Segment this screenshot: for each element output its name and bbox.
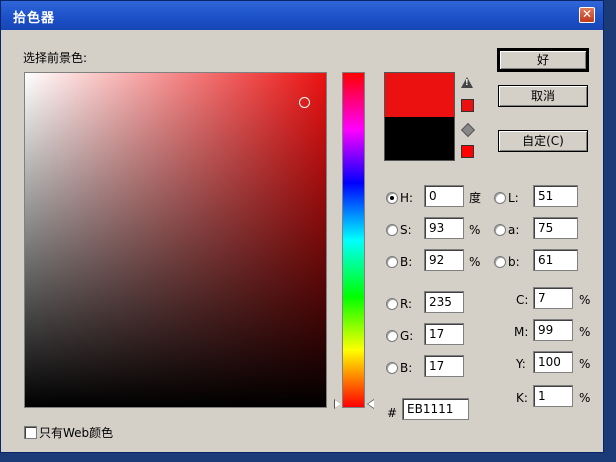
label-y: Y: xyxy=(516,357,526,371)
input-y[interactable]: 100 xyxy=(533,351,573,373)
input-r[interactable]: 235 xyxy=(424,291,464,313)
radio-g[interactable] xyxy=(386,330,398,342)
radio-h[interactable] xyxy=(386,192,398,204)
label-lab-b: b: xyxy=(508,255,520,269)
title-bar: 拾色器 ✕ xyxy=(1,1,603,30)
input-k[interactable]: 1 xyxy=(533,385,573,407)
hex-label: # xyxy=(387,406,398,420)
label-r: R: xyxy=(400,297,413,311)
color-field-cursor[interactable] xyxy=(299,97,310,108)
color-picker-dialog: 拾色器 ✕ 选择前景色: 好 取消 自定(C) H: 0 度 S: 93 % B… xyxy=(0,0,604,453)
radio-r[interactable] xyxy=(386,298,398,310)
input-l[interactable]: 51 xyxy=(533,185,578,207)
radio-b[interactable] xyxy=(386,256,398,268)
label-s: S: xyxy=(400,223,412,237)
unit-k: % xyxy=(579,391,591,405)
color-field[interactable] xyxy=(24,72,327,408)
label-b: B: xyxy=(400,255,413,269)
label-m: M: xyxy=(514,325,529,339)
ok-button[interactable]: 好 xyxy=(497,48,589,72)
close-icon: ✕ xyxy=(581,7,593,21)
current-color-swatch[interactable] xyxy=(385,116,454,160)
hue-slider[interactable] xyxy=(342,72,365,408)
label-c: C: xyxy=(516,293,529,307)
web-only-label: 只有Web颜色 xyxy=(39,426,114,440)
close-button[interactable]: ✕ xyxy=(579,7,595,23)
unit-y: % xyxy=(579,357,591,371)
unit-h: 度 xyxy=(469,191,482,205)
unit-b: % xyxy=(469,255,481,269)
window-title: 拾色器 xyxy=(13,11,56,26)
cancel-button[interactable]: 取消 xyxy=(498,85,588,107)
unit-c: % xyxy=(579,293,591,307)
hex-input[interactable]: EB1111 xyxy=(402,398,469,420)
input-b[interactable]: 92 xyxy=(424,249,464,271)
picker-label: 选择前景色: xyxy=(23,51,88,65)
web-safe-swatch[interactable] xyxy=(461,145,474,158)
input-lab-b[interactable]: 61 xyxy=(533,249,578,271)
radio-lab-b[interactable] xyxy=(494,256,506,268)
unit-m: % xyxy=(579,325,591,339)
color-preview-swatch xyxy=(384,72,455,161)
input-c[interactable]: 7 xyxy=(533,287,573,309)
gamut-warning-icon[interactable] xyxy=(461,77,473,88)
web-only-checkbox[interactable] xyxy=(24,426,37,439)
unit-s: % xyxy=(469,223,481,237)
label-k: K: xyxy=(516,391,528,405)
input-h[interactable]: 0 xyxy=(424,185,464,207)
gamut-warning-swatch[interactable] xyxy=(461,99,474,112)
radio-s[interactable] xyxy=(386,224,398,236)
custom-colors-button[interactable]: 自定(C) xyxy=(498,130,588,152)
web-safe-cube-icon[interactable] xyxy=(460,122,476,138)
input-m[interactable]: 99 xyxy=(533,319,573,341)
radio-l[interactable] xyxy=(494,192,506,204)
label-a: a: xyxy=(508,223,520,237)
new-color-swatch xyxy=(385,73,454,117)
label-l: L: xyxy=(508,191,519,205)
custom-colors-label: 自定(C) xyxy=(522,134,564,148)
radio-a[interactable] xyxy=(494,224,506,236)
input-s[interactable]: 93 xyxy=(424,217,464,239)
label-h: H: xyxy=(400,191,414,205)
input-g[interactable]: 17 xyxy=(424,323,464,345)
radio-rgb-b[interactable] xyxy=(386,362,398,374)
input-rgb-b[interactable]: 17 xyxy=(424,355,464,377)
label-rgb-b: B: xyxy=(400,361,413,375)
input-a[interactable]: 75 xyxy=(533,217,578,239)
label-g: G: xyxy=(400,329,414,343)
